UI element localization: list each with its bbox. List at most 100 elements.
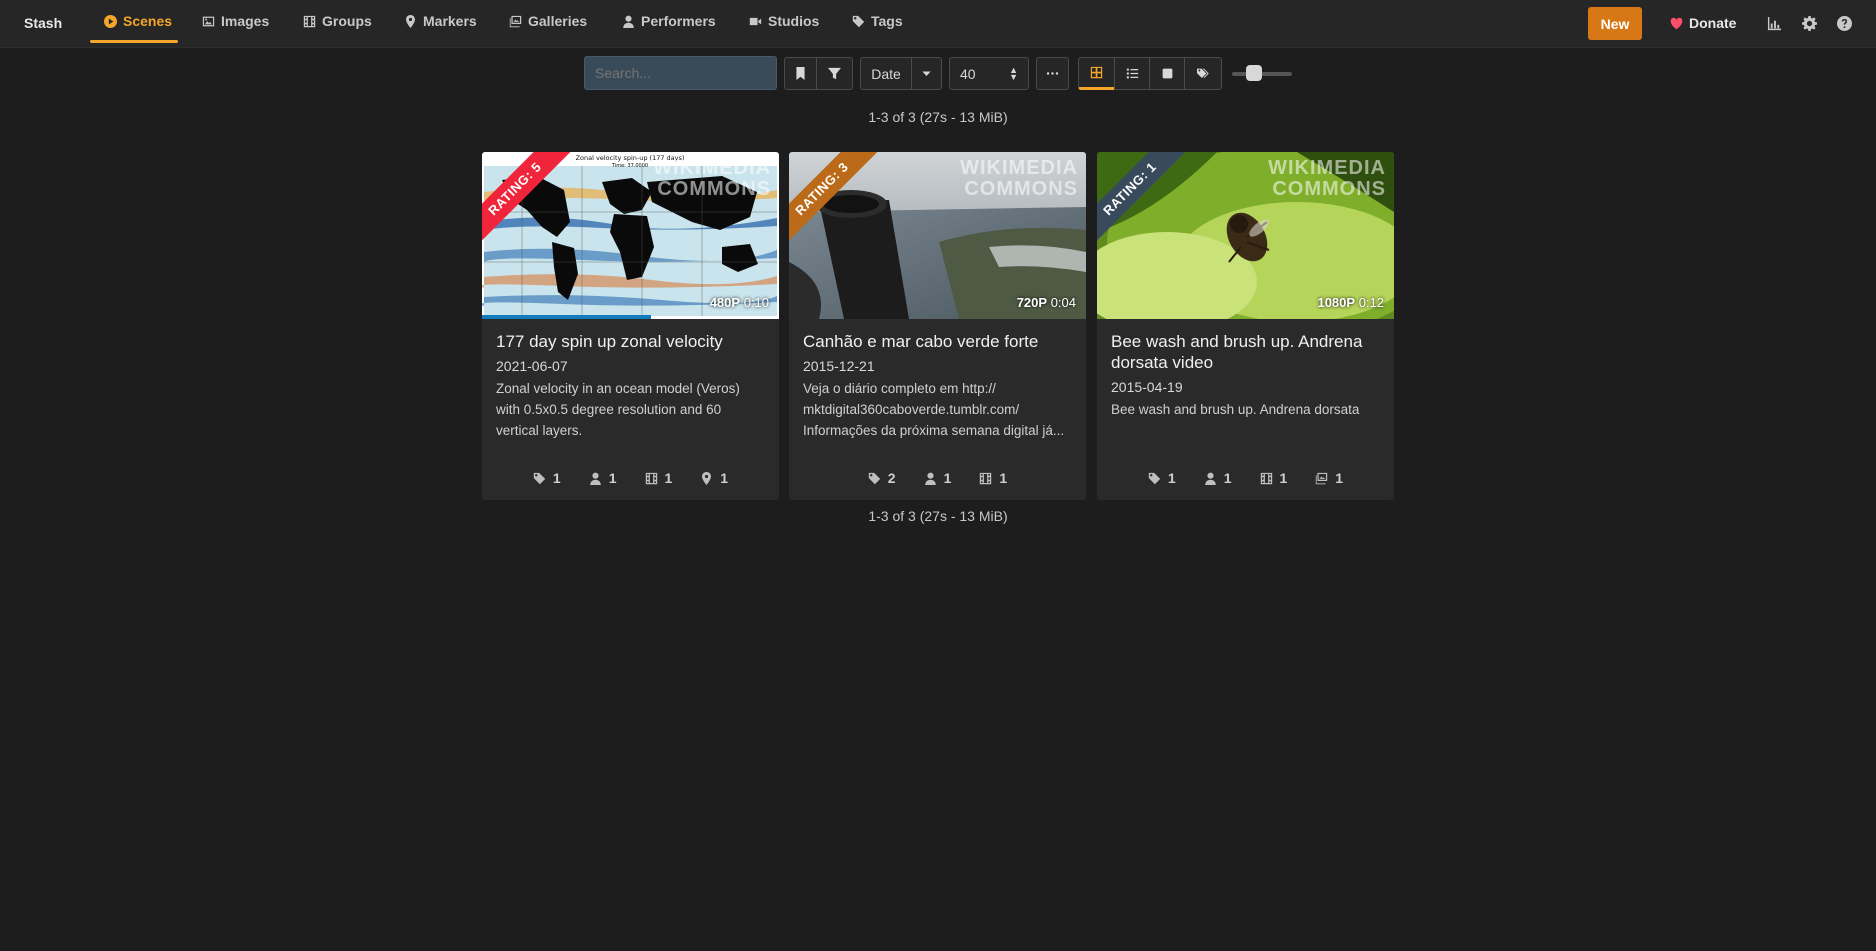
nav-item-label: Galleries xyxy=(528,13,588,29)
tag-icon xyxy=(1148,472,1161,485)
more-options-button[interactable] xyxy=(1036,57,1069,90)
scene-card[interactable]: WIKIMEDIA COMMONS RATING: 1 1080P 0:12 Be… xyxy=(1097,152,1394,500)
scene-date: 2015-04-19 xyxy=(1111,379,1183,395)
tag-count[interactable]: 1 xyxy=(533,470,561,486)
bookmark-icon xyxy=(794,67,807,80)
performer-count[interactable]: 1 xyxy=(589,470,617,486)
new-button[interactable]: New xyxy=(1588,7,1642,40)
performer-count[interactable]: 1 xyxy=(1204,470,1232,486)
per-page-select[interactable]: 40 ▲ ▼ xyxy=(949,57,1029,90)
marker-count[interactable]: 1 xyxy=(700,470,728,486)
filter-icon xyxy=(828,67,841,80)
scene-title[interactable]: 177 day spin up zonal velocity xyxy=(496,331,765,352)
scene-thumbnail[interactable]: WIKIMEDIA COMMONS RATING: 1 1080P 0:12 xyxy=(1097,152,1394,319)
nav-item-label: Images xyxy=(221,13,270,29)
thumbnail-time: Time: 37.0000 xyxy=(611,163,648,169)
tag-icon xyxy=(852,15,865,28)
donate-label: Donate xyxy=(1689,15,1737,31)
user-icon xyxy=(589,472,602,485)
nav-item-label: Groups xyxy=(322,13,372,29)
scene-description: Zonal velocity in an ocean model (Veros)… xyxy=(496,381,740,438)
scene-stats: 1 1 1 1 xyxy=(1097,470,1394,486)
tag-count[interactable]: 1 xyxy=(1148,470,1176,486)
search-input[interactable] xyxy=(584,56,777,90)
nav-item-label: Tags xyxy=(871,13,903,29)
sort-direction-button[interactable] xyxy=(911,57,942,90)
scene-date: 2021-06-07 xyxy=(496,358,568,374)
tag-icon xyxy=(868,472,881,485)
wall-view-button[interactable] xyxy=(1149,57,1185,90)
resolution-duration: 720P 0:04 xyxy=(1016,295,1076,310)
top-navbar: Stash Scenes Images Groups Markers Galle… xyxy=(0,0,1876,48)
film-icon xyxy=(979,472,992,485)
scene-thumbnail[interactable]: WIKIMEDIA COMMONS RATING: 3 720P 0:04 xyxy=(789,152,1086,319)
zoom-slider-track[interactable] xyxy=(1232,72,1292,76)
nav-item-label: Markers xyxy=(423,13,477,29)
nav-item-groups[interactable]: Groups xyxy=(303,0,372,42)
grid-view-button[interactable] xyxy=(1078,57,1115,90)
help-icon[interactable] xyxy=(1837,16,1852,31)
ellipsis-icon xyxy=(1046,67,1059,80)
scene-title[interactable]: Canhão e mar cabo verde forte xyxy=(803,331,1072,352)
resolution-duration: 1080P 0:12 xyxy=(1317,295,1384,310)
scene-date: 2015-12-21 xyxy=(803,358,875,374)
map-marker-icon xyxy=(404,15,417,28)
nav-item-label: Performers xyxy=(641,13,716,29)
film-icon xyxy=(645,472,658,485)
tag-icon xyxy=(533,472,546,485)
select-arrows-icon: ▲ ▼ xyxy=(1009,64,1018,82)
filter-button[interactable] xyxy=(816,57,853,90)
resolution-duration: 480P 0:10 xyxy=(709,295,769,310)
wikimedia-watermark: WIKIMEDIA COMMONS xyxy=(960,157,1078,200)
image-icon xyxy=(202,15,215,28)
scene-thumbnail[interactable]: Zonal velocity spin-up (177 days) Time: … xyxy=(482,152,779,319)
brand-logo[interactable]: Stash xyxy=(24,15,62,31)
group-count[interactable]: 1 xyxy=(1260,470,1287,486)
stats-chart-icon[interactable] xyxy=(1767,16,1782,31)
scene-title[interactable]: Bee wash and brush up. Andrena dorsata v… xyxy=(1111,331,1380,373)
nav-item-tags[interactable]: Tags xyxy=(852,0,903,42)
sort-by-select[interactable]: Date xyxy=(860,57,912,90)
wikimedia-watermark: WIKIMEDIA COMMONS xyxy=(1268,157,1386,200)
video-icon xyxy=(749,15,762,28)
nav-item-galleries[interactable]: Galleries xyxy=(509,0,587,42)
group-count[interactable]: 1 xyxy=(979,470,1007,486)
nav-item-markers[interactable]: Markers xyxy=(404,0,477,42)
map-marker-icon xyxy=(700,472,713,485)
group-count[interactable]: 1 xyxy=(645,470,672,486)
zoom-slider-handle[interactable] xyxy=(1246,65,1262,81)
saved-filters-button[interactable] xyxy=(784,57,817,90)
nav-item-scenes[interactable]: Scenes xyxy=(89,0,179,43)
images-icon xyxy=(509,15,522,28)
scene-stats: 1 1 1 1 xyxy=(482,470,779,486)
user-icon xyxy=(622,15,635,28)
result-count-bottom: 1-3 of 3 (27s - 13 MiB) xyxy=(868,508,1008,524)
tags-icon xyxy=(1197,67,1210,80)
scene-description: Veja o diário completo em http:// mktdig… xyxy=(803,381,1065,438)
gear-icon[interactable] xyxy=(1802,16,1817,31)
donate-link[interactable]: Donate xyxy=(1670,15,1736,31)
nav-item-images[interactable]: Images xyxy=(202,0,269,42)
square-icon xyxy=(1161,67,1174,80)
heart-icon xyxy=(1670,17,1683,30)
nav-item-label: Studios xyxy=(768,13,820,29)
performer-count[interactable]: 1 xyxy=(924,470,951,486)
nav-item-studios[interactable]: Studios xyxy=(749,0,819,42)
result-count-top: 1-3 of 3 (27s - 13 MiB) xyxy=(868,109,1008,125)
images-icon xyxy=(1315,472,1328,485)
nav-item-label: Scenes xyxy=(123,13,173,29)
scene-stats: 2 1 1 xyxy=(789,470,1086,486)
scene-description: Bee wash and brush up. Andrena dorsata xyxy=(1111,402,1360,417)
gallery-count[interactable]: 1 xyxy=(1315,470,1343,486)
scene-card[interactable]: WIKIMEDIA COMMONS RATING: 3 720P 0:04 Can… xyxy=(789,152,1086,500)
user-icon xyxy=(924,472,937,485)
wikimedia-watermark: WIKIMEDIA COMMONS xyxy=(653,157,771,200)
list-icon xyxy=(1126,67,1139,80)
tagger-view-button[interactable] xyxy=(1184,57,1222,90)
resume-progress-bar xyxy=(482,315,652,319)
nav-item-performers[interactable]: Performers xyxy=(622,0,716,42)
list-view-button[interactable] xyxy=(1114,57,1150,90)
per-page-value: 40 xyxy=(960,65,976,82)
tag-count[interactable]: 2 xyxy=(868,470,896,486)
scene-card[interactable]: Zonal velocity spin-up (177 days) Time: … xyxy=(482,152,779,500)
